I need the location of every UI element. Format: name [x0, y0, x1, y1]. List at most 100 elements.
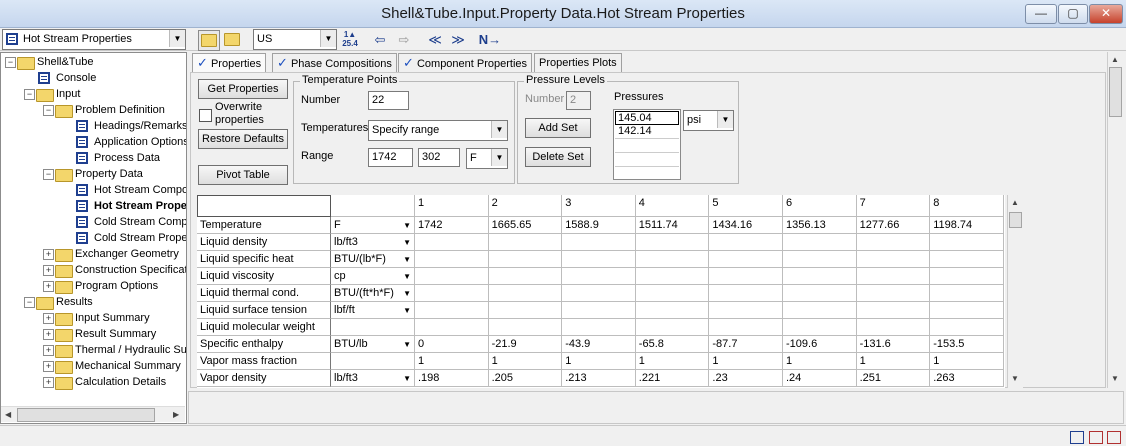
grid-cell[interactable]: 1: [856, 353, 931, 370]
pressure-value-cell[interactable]: 142.14: [615, 125, 679, 139]
tree-item[interactable]: + Construction Specificatio: [1, 262, 186, 278]
restore-defaults-button[interactable]: Restore Defaults: [198, 129, 288, 149]
grid-cell[interactable]: [562, 268, 636, 285]
grid-cell[interactable]: [488, 251, 563, 268]
grid-cell[interactable]: [562, 319, 636, 336]
unit-select[interactable]: lb/ft3 ▼: [331, 234, 415, 251]
expand-icon[interactable]: +: [43, 345, 54, 356]
grid-cell[interactable]: -109.6: [783, 336, 857, 353]
grid-cell[interactable]: [856, 234, 931, 251]
pressure-unit-select[interactable]: psi ▼: [683, 110, 734, 131]
expand-icon[interactable]: +: [43, 361, 54, 372]
units-selector[interactable]: US ▼: [253, 29, 337, 50]
grid-cell[interactable]: [783, 268, 857, 285]
tree-item[interactable]: − Property Data: [1, 166, 186, 182]
close-button[interactable]: ✕: [1089, 4, 1123, 24]
grid-cell[interactable]: [856, 268, 931, 285]
range-from-input[interactable]: 1742: [368, 148, 413, 167]
tab-component-properties[interactable]: ✓ Component Properties: [398, 53, 533, 73]
grid-cell[interactable]: [930, 251, 1004, 268]
scrollbar-thumb[interactable]: [17, 408, 155, 422]
tree-item[interactable]: Console: [1, 70, 186, 86]
grid-cell[interactable]: [415, 251, 489, 268]
tree-item[interactable]: + Program Options: [1, 278, 186, 294]
tab-phase-compositions[interactable]: ✓ Phase Compositions: [272, 53, 397, 73]
grid-cell[interactable]: -65.8: [635, 336, 710, 353]
next-form-button[interactable]: ≫: [448, 30, 468, 49]
forward-button[interactable]: ⇨: [394, 30, 414, 49]
grid-cell[interactable]: 1665.65: [488, 217, 563, 234]
grid-cell[interactable]: [635, 268, 710, 285]
unit-select[interactable]: BTU/lb ▼: [331, 336, 415, 353]
tree-item[interactable]: Application Options: [1, 134, 186, 150]
grid-cell[interactable]: [562, 251, 636, 268]
grid-cell[interactable]: [783, 302, 857, 319]
grid-cell[interactable]: [488, 285, 563, 302]
pivot-table-button[interactable]: Pivot Table: [198, 165, 288, 185]
grid-cell[interactable]: 1198.74: [930, 217, 1004, 234]
grid-cell[interactable]: 1: [930, 353, 1004, 370]
form-vertical-scrollbar[interactable]: ▲ ▼: [1107, 52, 1123, 388]
grid-cell[interactable]: [783, 251, 857, 268]
pressure-value-cell[interactable]: [615, 153, 679, 167]
grid-cell[interactable]: -43.9: [562, 336, 636, 353]
scrollbar-thumb[interactable]: [1009, 212, 1022, 228]
range-to-input[interactable]: 302: [418, 148, 460, 167]
grid-cell[interactable]: [930, 234, 1004, 251]
add-set-button[interactable]: Add Set: [525, 118, 591, 138]
temperatures-mode-select[interactable]: Specify range ▼: [368, 120, 508, 141]
collapse-icon[interactable]: −: [43, 169, 54, 180]
tree-item[interactable]: + Result Summary: [1, 326, 186, 342]
pressure-value-cell[interactable]: [615, 139, 679, 153]
unit-select[interactable]: lbf/ft ▼: [331, 302, 415, 319]
tree-horizontal-scrollbar[interactable]: ◀ ▶: [1, 406, 185, 422]
grid-cell[interactable]: [635, 319, 710, 336]
grid-cell[interactable]: [415, 302, 489, 319]
grid-cell[interactable]: [709, 268, 783, 285]
grid-cell[interactable]: [930, 302, 1004, 319]
tree-item[interactable]: + Exchanger Geometry: [1, 246, 186, 262]
grid-cell[interactable]: .24: [783, 370, 857, 387]
grid-cell[interactable]: [488, 234, 563, 251]
grid-cell[interactable]: .23: [709, 370, 783, 387]
tree-item[interactable]: + Input Summary: [1, 310, 186, 326]
grid-cell[interactable]: .221: [635, 370, 710, 387]
tree-item[interactable]: Cold Stream Compos: [1, 214, 186, 230]
grid-cell[interactable]: [415, 285, 489, 302]
grid-cell[interactable]: 1: [783, 353, 857, 370]
grid-cell[interactable]: [488, 268, 563, 285]
grid-cell[interactable]: [635, 234, 710, 251]
tree-item[interactable]: Cold Stream Propertie: [1, 230, 186, 246]
grid-cell[interactable]: 1: [709, 353, 783, 370]
expand-icon[interactable]: +: [43, 265, 54, 276]
tree-item[interactable]: Process Data: [1, 150, 186, 166]
tree-item[interactable]: Hot Stream Prope: [1, 198, 186, 214]
maximize-button[interactable]: ▢: [1058, 4, 1088, 24]
grid-cell[interactable]: 1356.13: [783, 217, 857, 234]
grid-cell[interactable]: [562, 302, 636, 319]
grid-cell[interactable]: 1511.74: [635, 217, 710, 234]
grid-cell[interactable]: [415, 268, 489, 285]
tree-item[interactable]: + Mechanical Summary: [1, 358, 186, 374]
collapse-icon[interactable]: −: [43, 105, 54, 116]
next-input-button[interactable]: N→: [478, 30, 502, 49]
grid-cell[interactable]: [783, 319, 857, 336]
grid-cell[interactable]: -87.7: [709, 336, 783, 353]
grid-cell[interactable]: 1588.9: [562, 217, 636, 234]
tree-item[interactable]: − Problem Definition: [1, 102, 186, 118]
unit-select[interactable]: cp ▼: [331, 268, 415, 285]
tree-item[interactable]: − Input: [1, 86, 186, 102]
grid-cell[interactable]: [709, 251, 783, 268]
collapse-icon[interactable]: −: [5, 57, 16, 68]
grid-cell[interactable]: -131.6: [856, 336, 931, 353]
pressure-number-input[interactable]: 2: [566, 91, 591, 110]
grid-cell[interactable]: 1: [415, 353, 489, 370]
grid-cell[interactable]: 1: [562, 353, 636, 370]
range-unit-select[interactable]: F ▼: [466, 148, 508, 169]
grid-cell[interactable]: 1: [635, 353, 710, 370]
overwrite-properties-checkbox[interactable]: [199, 109, 212, 122]
get-properties-button[interactable]: Get Properties: [198, 79, 288, 99]
grid-cell[interactable]: [635, 302, 710, 319]
tab-properties[interactable]: ✓ Properties: [192, 53, 267, 74]
grid-cell[interactable]: .263: [930, 370, 1004, 387]
